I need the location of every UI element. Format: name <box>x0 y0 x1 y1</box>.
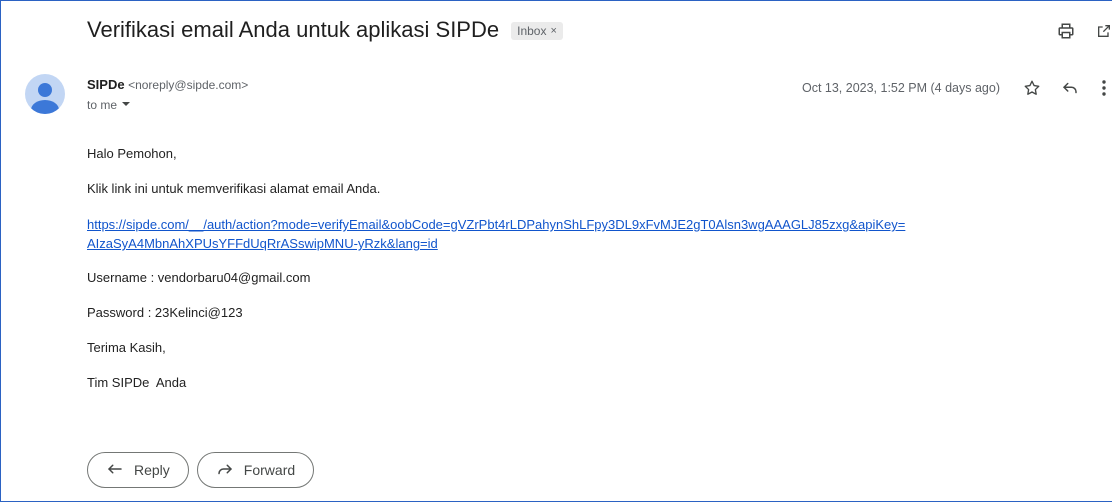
more-vertical-icon[interactable] <box>1096 76 1112 100</box>
label-text: Inbox <box>517 24 547 38</box>
sender-name[interactable]: SIPDe <box>87 77 125 92</box>
sender-block: SIPDe <noreply@sipde.com> to me <box>87 77 248 112</box>
forward-button[interactable]: Forward <box>196 452 315 488</box>
verification-link-line-2[interactable]: AIzaSyA4MbnAhXPUsYFFdUqRrASswipMNU-yRzk&… <box>87 236 438 251</box>
message-meta-row: Oct 13, 2023, 1:52 PM (4 days ago) <box>802 76 1112 100</box>
chevron-down-icon <box>121 98 131 112</box>
remove-label-button[interactable]: × <box>550 25 556 37</box>
body-password: Password : 23Kelinci@123 <box>87 305 243 320</box>
sender-email: <noreply@sipde.com> <box>128 78 249 92</box>
open-in-new-window-icon[interactable] <box>1096 19 1112 43</box>
reply-actions: Reply Forward <box>87 452 315 488</box>
verification-link-line-1[interactable]: https://sipde.com/__/auth/action?mode=ve… <box>87 217 905 232</box>
body-closing: Terima Kasih, <box>87 340 166 355</box>
star-icon[interactable] <box>1020 76 1044 100</box>
reply-icon[interactable] <box>1058 76 1082 100</box>
forward-icon <box>216 460 234 481</box>
body-signature: Tim SIPDe Anda <box>87 375 187 390</box>
reply-icon <box>106 460 124 481</box>
body-instruction: Klik link ini untuk memverifikasi alamat… <box>87 181 381 196</box>
email-subject: Verifikasi email Anda untuk aplikasi SIP… <box>87 17 500 42</box>
inbox-label-chip[interactable]: Inbox × <box>511 22 563 40</box>
email-view: Verifikasi email Anda untuk aplikasi SIP… <box>0 0 1112 502</box>
body-greeting: Halo Pemohon, <box>87 146 177 161</box>
message-date: Oct 13, 2023, 1:52 PM (4 days ago) <box>801 81 1000 95</box>
forward-label: Forward <box>243 462 296 478</box>
message-body: Halo Pemohon, Klik link ini untuk memver… <box>87 145 1087 409</box>
reply-label: Reply <box>134 462 170 478</box>
top-actions <box>1054 19 1112 43</box>
verification-link[interactable]: https://sipde.com/__/auth/action?mode=ve… <box>87 215 1087 253</box>
recipient-label: to me <box>87 98 118 112</box>
email-subject-row: Verifikasi email Anda untuk aplikasi SIP… <box>87 15 563 45</box>
reply-button[interactable]: Reply <box>87 452 189 488</box>
recipient-details-toggle[interactable]: to me <box>87 98 248 112</box>
body-username: Username : vendorbaru04@gmail.com <box>87 270 311 285</box>
print-icon[interactable] <box>1054 19 1078 43</box>
default-avatar-icon[interactable] <box>25 74 65 114</box>
